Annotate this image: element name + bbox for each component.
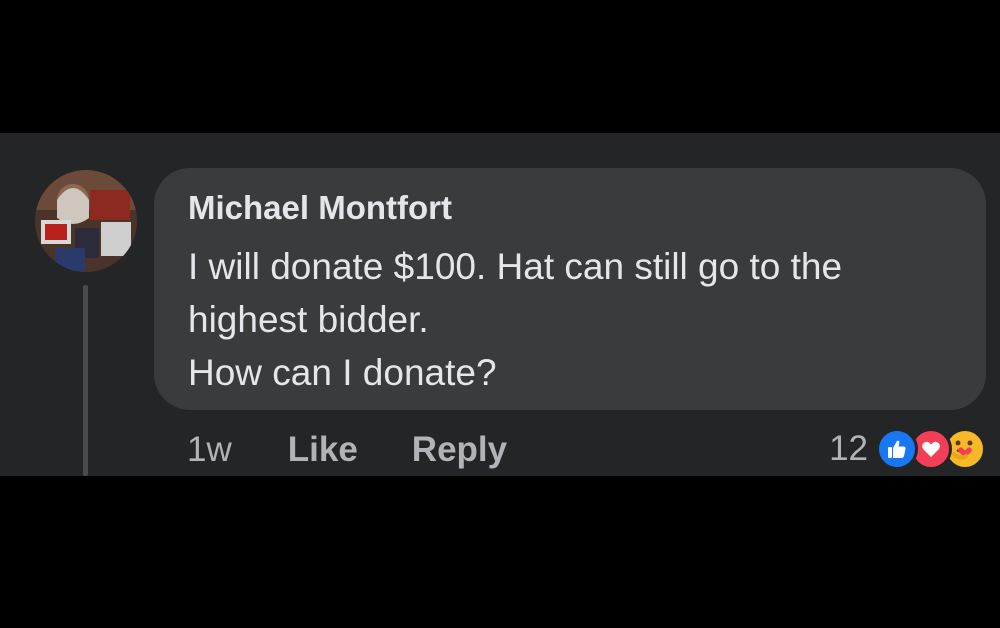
comment-text-line: highest bidder.	[188, 299, 429, 340]
like-icon	[876, 428, 918, 470]
avatar[interactable]	[35, 170, 137, 272]
comment-bubble: Michael Montfort I will donate $100. Hat…	[154, 168, 986, 410]
reply-thread-line	[83, 285, 88, 476]
comment-timestamp[interactable]: 1w	[187, 430, 232, 470]
comment-text-line: I will donate $100. Hat can still go to …	[188, 246, 843, 287]
reply-button[interactable]: Reply	[412, 430, 507, 470]
screenshot: Michael Montfort I will donate $100. Hat…	[0, 0, 1000, 628]
comment-panel: Michael Montfort I will donate $100. Hat…	[0, 133, 1000, 476]
like-button[interactable]: Like	[288, 430, 358, 470]
comment-actions: 1w Like Reply	[187, 428, 561, 472]
reactions-summary[interactable]: 12	[829, 427, 986, 471]
comment-text: I will donate $100. Hat can still go to …	[188, 240, 968, 399]
reaction-count: 12	[829, 429, 868, 468]
comment-text-line: How can I donate?	[188, 352, 497, 393]
reaction-icons	[876, 428, 986, 470]
comment-author[interactable]: Michael Montfort	[188, 188, 452, 228]
